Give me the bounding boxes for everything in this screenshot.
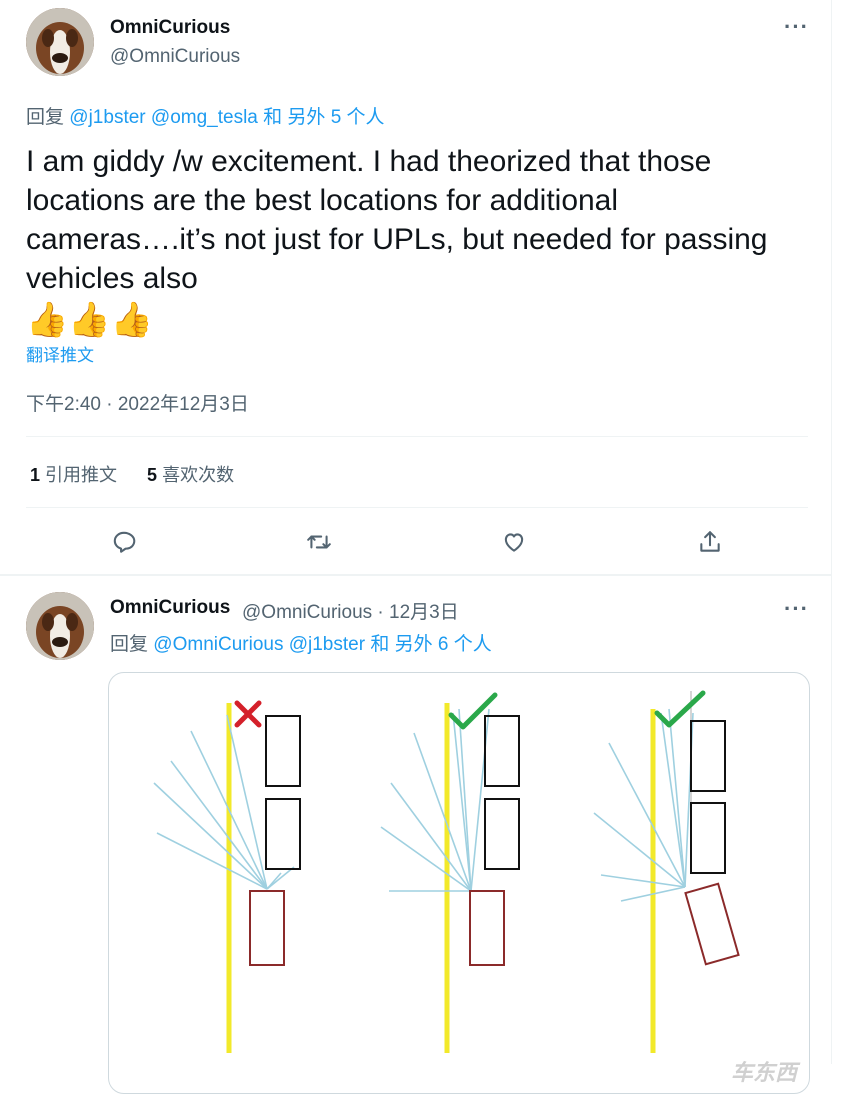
- avatar-dog-image: [26, 592, 94, 660]
- thumbs-up-emoji: 👍👍👍: [26, 301, 154, 339]
- divider: [26, 507, 808, 508]
- reply-prefix: 回复: [110, 634, 149, 655]
- share-icon: [700, 531, 720, 552]
- mention-link[interactable]: @OmniCurious: [153, 634, 283, 655]
- mention-link[interactable]: @omg_tesla: [151, 107, 258, 128]
- quote-stat[interactable]: 1 引用推文: [30, 465, 117, 485]
- share-button[interactable]: [690, 522, 730, 562]
- avatar-dog-image: [26, 8, 94, 76]
- others-link[interactable]: 和 另外 6 个人: [370, 634, 491, 655]
- avatar[interactable]: [26, 592, 94, 660]
- author-name[interactable]: OmniCurious: [110, 597, 230, 619]
- diagram-panel-1: [153, 700, 301, 1053]
- more-icon[interactable]: ···: [784, 14, 809, 40]
- retweet-button[interactable]: [299, 522, 339, 562]
- timeline-border: [831, 0, 832, 1064]
- tweet-timestamp[interactable]: 下午2:40 · 2022年12月3日: [26, 389, 249, 416]
- diagram-panel-2: [380, 692, 520, 1053]
- mention-link[interactable]: @j1bster: [289, 634, 365, 655]
- reply-context: 回复 @j1bster @omg_tesla 和 另外 5 个人: [26, 102, 385, 129]
- diagram-panel-3: [593, 690, 740, 1053]
- avatar[interactable]: [26, 8, 94, 76]
- mention-link[interactable]: @j1bster: [69, 107, 145, 128]
- others-link[interactable]: 和 另外 5 个人: [263, 107, 384, 128]
- camera-diagram: [153, 690, 740, 1053]
- tweet-separator: [0, 574, 832, 576]
- divider: [26, 436, 808, 437]
- author-handle[interactable]: @OmniCurious: [110, 46, 240, 68]
- tweet-media-image[interactable]: 车东西: [108, 672, 810, 1094]
- reply-button[interactable]: [104, 522, 144, 562]
- reply-icon: [113, 531, 136, 553]
- tweet-stats: 1 引用推文 5 喜欢次数: [30, 461, 234, 487]
- translate-link[interactable]: 翻译推文: [26, 341, 94, 366]
- watermark: 车东西: [730, 1060, 797, 1085]
- author-handle-date[interactable]: @OmniCurious · 12月3日: [242, 597, 459, 624]
- like-icon: [504, 533, 524, 552]
- author-name[interactable]: OmniCurious: [110, 17, 230, 39]
- more-icon[interactable]: ···: [784, 596, 809, 622]
- reply-prefix: 回复: [26, 107, 65, 128]
- tweet-text: I am giddy /w excitement. I had theorize…: [26, 145, 768, 295]
- reply-context: 回复 @OmniCurious @j1bster 和 另外 6 个人: [110, 629, 492, 656]
- retweet-icon: [307, 535, 331, 549]
- like-button[interactable]: [494, 522, 534, 562]
- like-stat[interactable]: 5 喜欢次数: [147, 465, 234, 485]
- cross-icon: [234, 700, 262, 728]
